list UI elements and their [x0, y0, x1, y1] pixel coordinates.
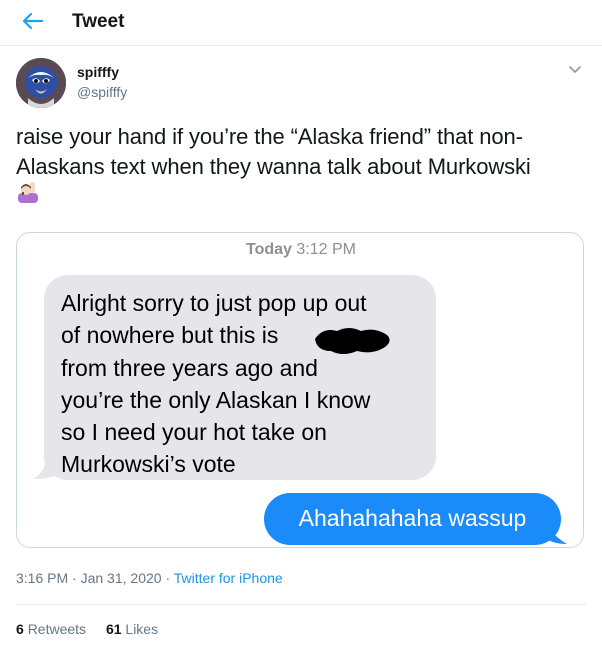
- more-options-button[interactable]: [566, 60, 584, 78]
- author-display-name[interactable]: spifffy: [77, 64, 119, 80]
- tweet-stats: 6 Retweets 61 Likes: [16, 621, 174, 637]
- imessage-timestamp: Today 3:12 PM: [17, 241, 583, 259]
- meta-separator: ·: [165, 570, 171, 586]
- tweet-meta: 3:16 PM · Jan 31, 2020 · Twitter for iPh…: [16, 570, 283, 586]
- avatar[interactable]: [16, 58, 66, 108]
- page-title: Tweet: [72, 11, 125, 32]
- incoming-message-line: you’re the only Alaskan I know: [61, 386, 371, 413]
- chevron-down-icon: [569, 66, 581, 73]
- incoming-message-line: Murkowski’s vote: [61, 451, 236, 478]
- retweets-stat[interactable]: 6 Retweets: [16, 621, 86, 637]
- incoming-message-line: Alright sorry to just pop up out: [61, 290, 367, 316]
- redaction-scribble: [315, 328, 390, 354]
- media-card[interactable]: Today 3:12 PM Alright sorry to just pop …: [16, 232, 584, 548]
- retweets-count: 6: [16, 621, 24, 637]
- tweet-date[interactable]: Jan 31, 2020: [81, 570, 162, 586]
- incoming-bubble-tail-icon: [33, 455, 61, 479]
- meta-separator: ·: [72, 570, 77, 586]
- back-button[interactable]: [18, 8, 48, 34]
- tweet-source-link[interactable]: Twitter for iPhone: [174, 570, 283, 586]
- incoming-message-text: Alright sorry to just pop up out of nowh…: [61, 287, 431, 481]
- imessage-timestamp-day: Today: [246, 241, 292, 258]
- retweets-label: Retweets: [27, 621, 87, 637]
- likes-stat[interactable]: 61 Likes: [106, 621, 158, 637]
- luchador-mask-avatar-image: [16, 58, 66, 108]
- outgoing-message-text: Ahahahahaha wassup: [298, 505, 527, 531]
- likes-label: Likes: [125, 621, 159, 637]
- tweet-text: raise your hand if you’re the “Alaska fr…: [16, 124, 531, 179]
- imessage-timestamp-time: 3:12 PM: [296, 241, 356, 258]
- incoming-message-line: so I need your hot take on: [61, 419, 327, 446]
- author-handle[interactable]: @spifffy: [77, 84, 127, 100]
- arrow-left-icon: [22, 12, 44, 30]
- tweet-time[interactable]: 3:16 PM: [16, 570, 68, 586]
- likes-count: 61: [105, 621, 122, 637]
- person-raising-hand-icon: [17, 181, 39, 203]
- divider: [16, 604, 586, 605]
- header-bar: Tweet: [0, 0, 602, 46]
